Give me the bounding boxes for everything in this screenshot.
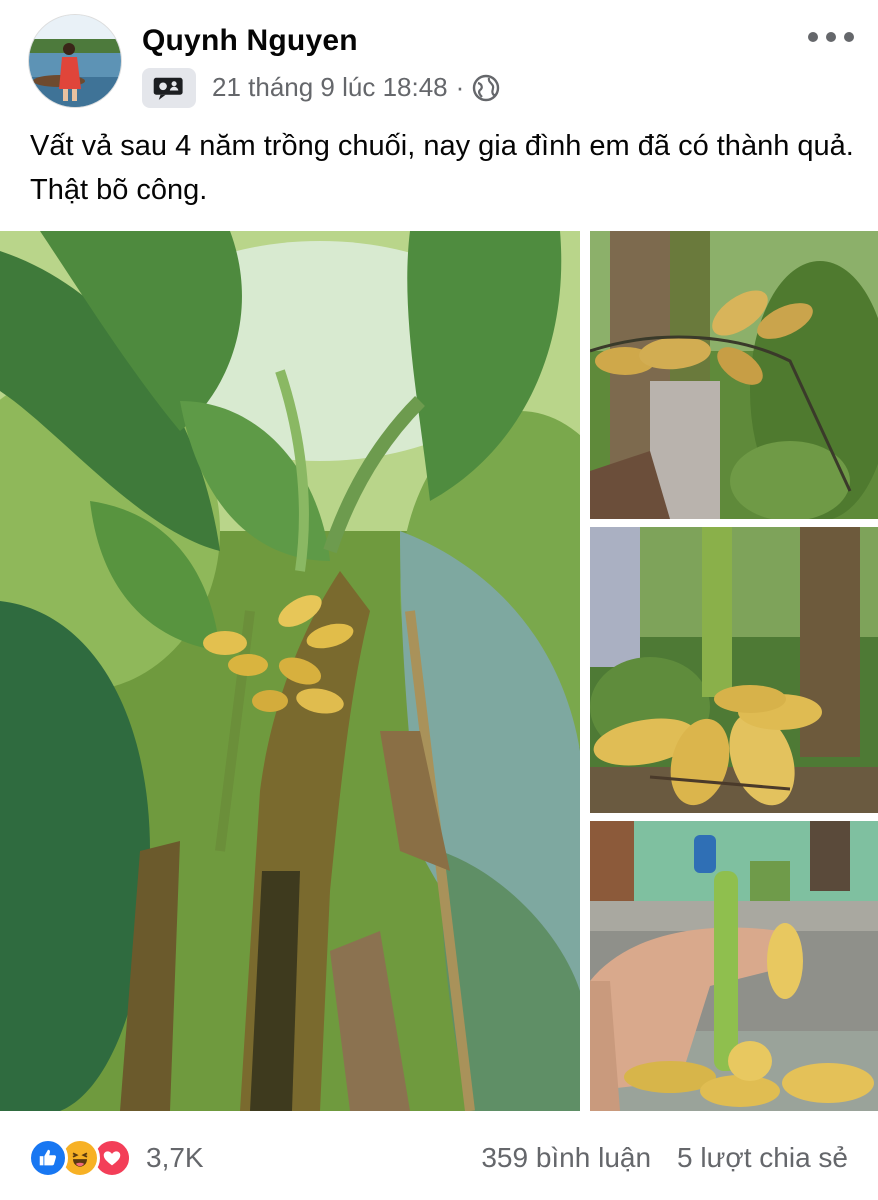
more-dot-icon bbox=[844, 32, 854, 42]
banana-bunch-closeup-photo[interactable] bbox=[590, 231, 878, 519]
post-footer: 3,7K 359 bình luận 5 lượt chia sẻ bbox=[0, 1118, 878, 1200]
author-badge-icon bbox=[142, 68, 196, 108]
globe-icon bbox=[472, 74, 500, 102]
more-options-button[interactable] bbox=[808, 22, 854, 52]
reactions-summary[interactable]: 3,7K bbox=[28, 1138, 204, 1178]
post-meta: 21 tháng 9 lúc 18:48 · bbox=[212, 72, 500, 103]
reaction-count[interactable]: 3,7K bbox=[146, 1142, 204, 1174]
meta-separator: · bbox=[455, 72, 465, 102]
share-count[interactable]: 5 lượt chia sẻ bbox=[677, 1142, 848, 1174]
post-header: Quynh Nguyen 21 tháng 9 lúc 18:48 · bbox=[0, 0, 878, 120]
photo-grid bbox=[0, 231, 878, 1111]
post-text: Vất vả sau 4 năm trồng chuối, nay gia đì… bbox=[30, 130, 854, 206]
like-icon bbox=[28, 1138, 68, 1178]
hand-holding-bananas-photo[interactable] bbox=[590, 821, 878, 1111]
author-name[interactable]: Quynh Nguyen bbox=[142, 24, 358, 58]
comment-count[interactable]: 359 bình luận bbox=[481, 1142, 651, 1174]
post-stats: 359 bình luận 5 lượt chia sẻ bbox=[481, 1142, 848, 1174]
more-dot-icon bbox=[826, 32, 836, 42]
banana-hand-stalk-photo[interactable] bbox=[590, 527, 878, 813]
post-timestamp[interactable]: 21 tháng 9 lúc 18:48 bbox=[212, 72, 448, 103]
more-dot-icon bbox=[808, 32, 818, 42]
author-avatar[interactable] bbox=[28, 14, 122, 108]
banana-tree-photo[interactable] bbox=[0, 231, 580, 1111]
